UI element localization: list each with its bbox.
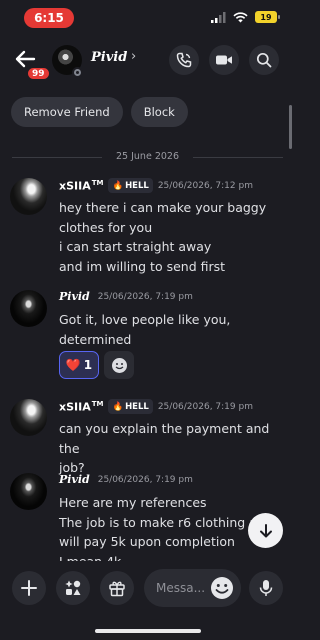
message-input-placeholder: Messa... xyxy=(156,581,206,595)
message-meta: Pivid 25/06/2026, 7:19 pm xyxy=(59,290,193,303)
signal-icon xyxy=(211,11,226,23)
status-icons: 19 xyxy=(211,11,280,23)
gift-icon xyxy=(109,581,125,597)
avatar[interactable] xyxy=(10,290,47,327)
message-line: Here are my references xyxy=(59,495,207,510)
message-line: and im willing to send first xyxy=(59,258,226,274)
avatar[interactable] xyxy=(10,473,47,510)
remove-friend-button[interactable]: Remove Friend xyxy=(11,97,123,127)
message-line: I mean 4k xyxy=(59,553,122,562)
microphone-icon xyxy=(259,580,273,596)
add-attachment-button[interactable] xyxy=(12,571,46,605)
message[interactable]: Pivid 25/06/2026, 7:19 pm Here are my re… xyxy=(10,473,285,561)
friend-actions: Remove Friend Block xyxy=(11,97,188,127)
header-username[interactable]: Pivid xyxy=(91,50,127,65)
apps-button[interactable] xyxy=(56,571,90,605)
emoji-picker-icon[interactable] xyxy=(209,575,235,601)
chevron-right-icon[interactable]: › xyxy=(131,49,136,64)
unread-badge: 99 xyxy=(26,66,51,81)
date-divider: 25 June 2026 xyxy=(12,150,283,164)
search-button[interactable] xyxy=(249,45,279,75)
status-time: 6:15 xyxy=(24,8,74,28)
message-line: determined xyxy=(59,331,132,347)
guild-tag[interactable]: 🔥 HELL xyxy=(108,399,153,414)
message-content: Got it, love people like you, determined xyxy=(59,310,285,349)
author-name[interactable]: xSIIATM xyxy=(59,400,103,414)
message-timestamp: 25/06/2026, 7:19 pm xyxy=(157,401,253,412)
author-name[interactable]: Pivid xyxy=(59,290,90,303)
voice-message-button[interactable] xyxy=(249,571,283,605)
reaction-count: 1 xyxy=(83,358,93,372)
plus-icon xyxy=(21,580,37,596)
voice-call-button[interactable] xyxy=(169,45,199,75)
message-line: can you explain the payment and the xyxy=(59,421,270,456)
offline-status-icon xyxy=(72,67,83,78)
phone-icon xyxy=(176,52,192,68)
video-camera-icon xyxy=(216,55,232,65)
gift-button[interactable] xyxy=(100,571,134,605)
fire-icon: 🔥 xyxy=(112,180,124,191)
author-name[interactable]: Pivid xyxy=(59,473,90,486)
avatar[interactable] xyxy=(10,399,47,436)
arrow-down-icon xyxy=(259,523,272,537)
message-meta: Pivid 25/06/2026, 7:19 pm xyxy=(59,473,193,486)
date-divider-label: 25 June 2026 xyxy=(116,151,179,162)
battery-indicator: 19 xyxy=(255,11,280,23)
heart-reaction[interactable]: ❤️ 1 xyxy=(59,351,99,379)
guild-tag[interactable]: 🔥 HELL xyxy=(108,178,153,193)
message-line: clothes for you xyxy=(59,219,153,235)
message-timestamp: 25/06/2026, 7:19 pm xyxy=(97,474,193,485)
scrollbar[interactable] xyxy=(289,105,292,149)
message-timestamp: 25/06/2026, 7:19 pm xyxy=(97,291,193,302)
home-indicator xyxy=(95,629,201,633)
block-button[interactable]: Block xyxy=(130,97,188,127)
search-icon xyxy=(256,52,272,68)
avatar[interactable] xyxy=(10,178,47,215)
message-content: can you explain the payment and the job? xyxy=(59,419,285,478)
heart-icon: ❤️ xyxy=(65,358,81,372)
message-timestamp: 25/06/2026, 7:12 pm xyxy=(157,180,253,191)
message-line: Got it, love people like you, xyxy=(59,312,231,327)
author-name[interactable]: xSIIATM xyxy=(59,179,103,193)
wifi-icon xyxy=(233,11,248,22)
message-line: i can start straight away xyxy=(59,239,212,254)
status-bar: 6:15 19 xyxy=(0,0,295,36)
composer-bar: Messa... xyxy=(0,561,295,640)
video-call-button[interactable] xyxy=(209,45,239,75)
fire-icon: 🔥 xyxy=(112,401,124,412)
chat-header: 99 Pivid › xyxy=(0,36,295,88)
message-line: hey there i can make your baggy xyxy=(59,200,267,215)
apps-icon xyxy=(65,580,81,595)
jump-to-bottom-button[interactable] xyxy=(248,513,283,548)
message-meta: xSIIATM 🔥 HELL 25/06/2026, 7:12 pm xyxy=(59,178,253,193)
reactions: ❤️ 1 xyxy=(59,351,134,379)
message-content: hey there i can make your baggy clothes … xyxy=(59,198,285,276)
smiley-icon xyxy=(111,357,127,373)
message-meta: xSIIATM 🔥 HELL 25/06/2026, 7:19 pm xyxy=(59,399,253,414)
add-reaction-button[interactable] xyxy=(104,351,134,379)
